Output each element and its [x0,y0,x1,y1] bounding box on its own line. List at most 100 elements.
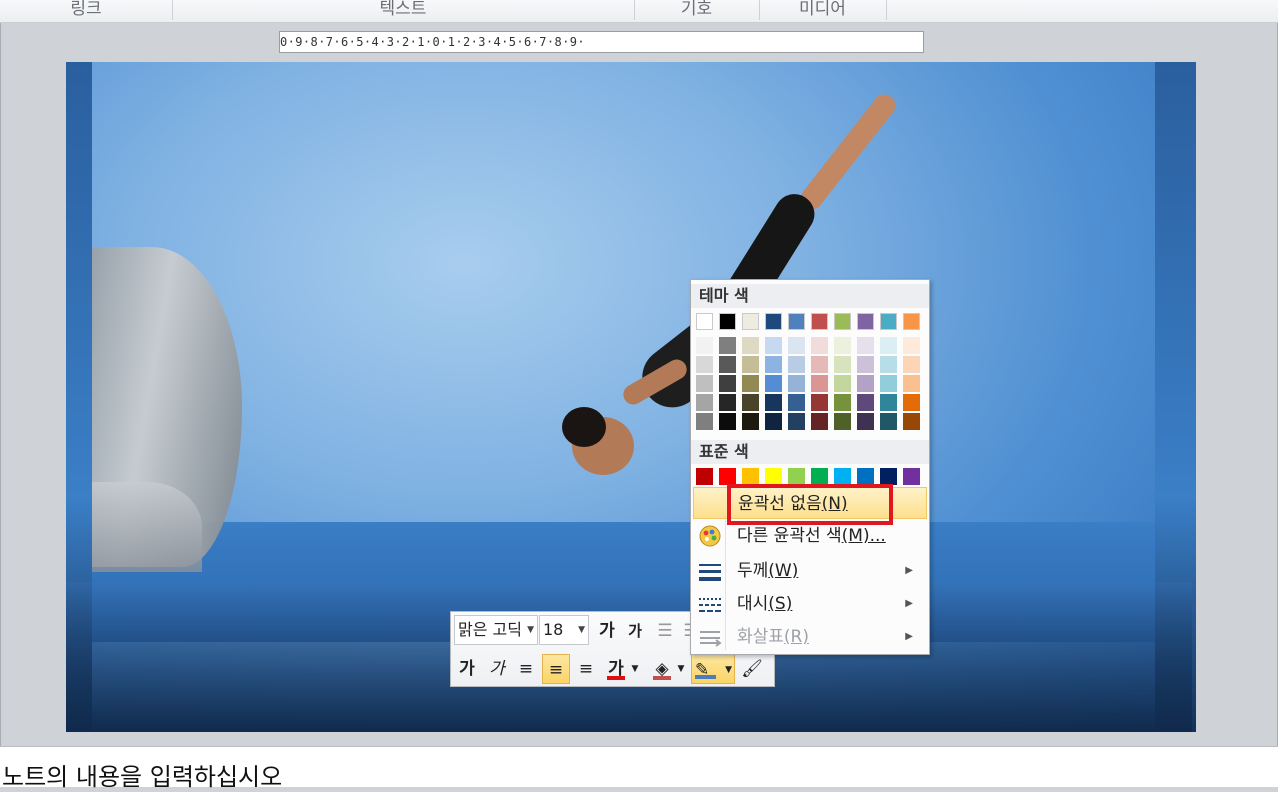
ribbon-group-link[interactable]: 링크 [0,0,173,20]
theme-shade-swatch[interactable] [788,394,805,411]
standard-color-swatch[interactable] [880,468,897,485]
theme-shade-swatch[interactable] [788,337,805,354]
theme-shade-swatch[interactable] [811,337,828,354]
theme-shade-swatch[interactable] [696,356,713,373]
theme-shade-swatch[interactable] [834,375,851,392]
theme-shade-swatch[interactable] [857,337,874,354]
theme-shade-swatch[interactable] [880,337,897,354]
theme-shade-swatch[interactable] [696,375,713,392]
theme-shade-swatch[interactable] [834,413,851,430]
theme-shade-swatch[interactable] [903,375,920,392]
chevron-down-icon[interactable]: ▼ [725,655,732,685]
ribbon-group-media[interactable]: 미디어 [759,0,887,20]
align-center-button[interactable]: ≡ [542,654,570,684]
theme-shade-swatch[interactable] [811,356,828,373]
theme-shade-swatch[interactable] [880,394,897,411]
theme-shade-swatch[interactable] [903,356,920,373]
theme-color-swatch[interactable] [903,313,920,330]
theme-shade-swatch[interactable] [696,337,713,354]
shape-fill-button[interactable]: ◈ [648,654,676,684]
theme-shade-swatch[interactable] [857,356,874,373]
color-palette-icon [699,525,721,547]
theme-shade-swatch[interactable] [788,375,805,392]
theme-color-swatch[interactable] [880,313,897,330]
ribbon-group-text[interactable]: 텍스트 [172,0,635,20]
theme-shade-swatch[interactable] [742,375,759,392]
standard-color-swatch[interactable] [903,468,920,485]
shape-outline-button[interactable]: ✎ ▼ [691,654,735,684]
chevron-down-icon[interactable]: ▼ [527,616,534,644]
theme-shade-swatch[interactable] [742,394,759,411]
standard-color-swatch[interactable] [765,468,782,485]
format-painter-button[interactable]: 🖌 [738,654,766,684]
horizontal-ruler[interactable]: 0·9·8·7·6·5·4·3·2·1·0·1·2·3·4·5·6·7·8·9· [279,31,924,53]
theme-color-swatch[interactable] [857,313,874,330]
theme-shade-swatch[interactable] [903,337,920,354]
theme-shade-swatch[interactable] [742,356,759,373]
theme-color-swatch[interactable] [696,313,713,330]
theme-shade-swatch[interactable] [765,375,782,392]
theme-shade-swatch[interactable] [719,394,736,411]
decrease-indent-button[interactable]: ☰ [651,616,679,646]
theme-shade-swatch[interactable] [834,394,851,411]
theme-shade-swatch[interactable] [903,394,920,411]
dashes-item[interactable]: 대시(S) ▶ [693,588,927,620]
theme-shade-swatch[interactable] [880,413,897,430]
theme-shade-swatch[interactable] [880,356,897,373]
theme-shade-swatch[interactable] [811,375,828,392]
theme-shade-swatch[interactable] [765,413,782,430]
font-size-combobox[interactable]: 18 ▼ [539,615,589,645]
standard-color-swatch[interactable] [742,468,759,485]
theme-color-swatch[interactable] [742,313,759,330]
theme-shade-swatch[interactable] [811,394,828,411]
theme-shade-swatch[interactable] [857,375,874,392]
theme-shade-swatch[interactable] [857,413,874,430]
chevron-down-icon[interactable]: ▼ [578,616,585,644]
theme-color-swatch[interactable] [811,313,828,330]
theme-shade-swatch[interactable] [788,413,805,430]
standard-color-swatch[interactable] [788,468,805,485]
arrows-item[interactable]: 화살표(R) ▶ [693,621,927,653]
shrink-font-button[interactable]: 가 [621,616,649,646]
theme-shade-swatch[interactable] [857,394,874,411]
weight-label: 두께 [737,561,769,581]
theme-color-swatch[interactable] [788,313,805,330]
theme-shade-swatch[interactable] [765,356,782,373]
theme-shade-swatch[interactable] [834,356,851,373]
theme-shade-swatch[interactable] [719,356,736,373]
align-right-button[interactable]: ≡ [572,654,600,684]
font-color-button[interactable]: 가 [602,654,630,684]
notes-pane[interactable]: 노트의 내용을 입력하십시오 [0,746,1278,791]
theme-shade-swatch[interactable] [742,337,759,354]
standard-color-swatch[interactable] [719,468,736,485]
theme-shade-swatch[interactable] [719,413,736,430]
theme-shade-swatch[interactable] [903,413,920,430]
standard-color-swatch[interactable] [857,468,874,485]
theme-shade-swatch[interactable] [834,337,851,354]
theme-shade-swatch[interactable] [742,413,759,430]
theme-color-swatch[interactable] [834,313,851,330]
theme-color-swatch[interactable] [719,313,736,330]
theme-color-swatch[interactable] [765,313,782,330]
grow-font-button[interactable]: 가 [593,616,621,646]
theme-shade-swatch[interactable] [719,337,736,354]
theme-shade-swatch[interactable] [765,394,782,411]
theme-shade-swatch[interactable] [880,375,897,392]
theme-shade-swatch[interactable] [788,356,805,373]
align-left-button[interactable]: ≡ [512,654,540,684]
theme-shade-swatch[interactable] [719,375,736,392]
standard-color-swatch[interactable] [811,468,828,485]
theme-shade-swatch[interactable] [696,394,713,411]
italic-button[interactable]: 가 [483,654,511,684]
font-name-combobox[interactable]: 맑은 고딕 ▼ [454,615,538,645]
standard-color-swatch[interactable] [834,468,851,485]
theme-shade-swatch[interactable] [696,413,713,430]
chevron-down-icon[interactable]: ▼ [675,654,687,684]
theme-shade-swatch[interactable] [765,337,782,354]
bold-button[interactable]: 가 [453,654,481,684]
ribbon-group-symbols[interactable]: 기호 [634,0,760,20]
chevron-down-icon[interactable]: ▼ [629,654,641,684]
standard-color-swatch[interactable] [696,468,713,485]
theme-shade-swatch[interactable] [811,413,828,430]
weight-item[interactable]: 두께(W) ▶ [693,555,927,587]
